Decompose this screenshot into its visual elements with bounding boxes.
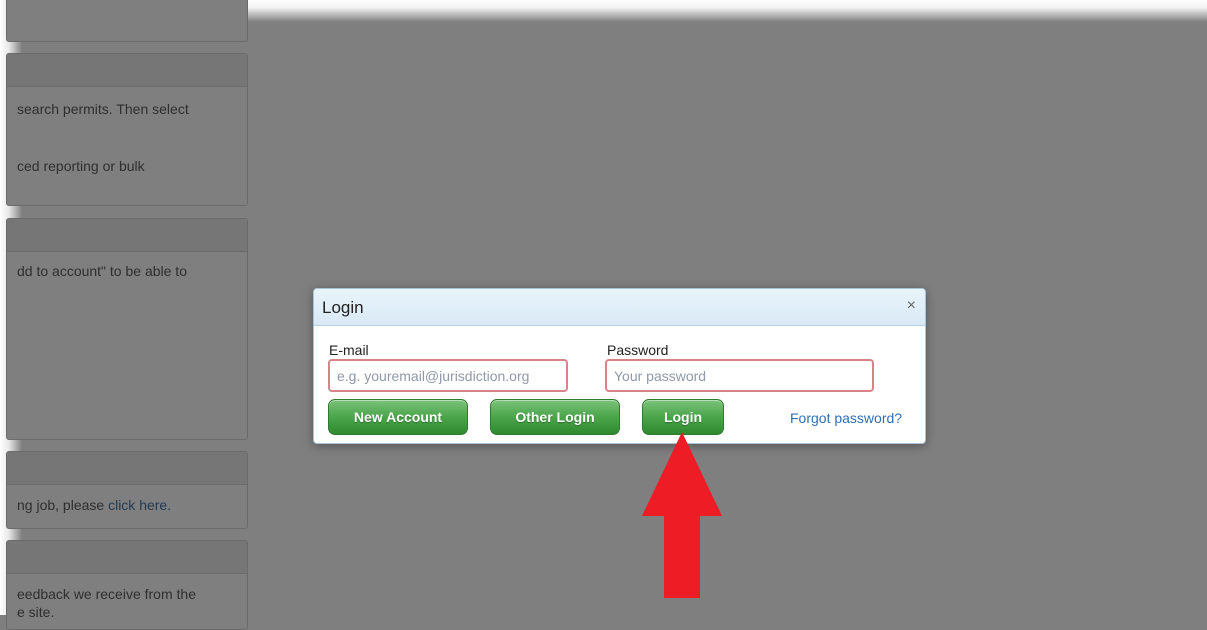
side-panel-5-text-2: e site. bbox=[17, 604, 55, 620]
side-panel-4-header bbox=[7, 452, 247, 485]
side-panel-3: dd to account" to be able to bbox=[6, 218, 248, 440]
modal-header: Login × bbox=[314, 289, 925, 326]
email-field[interactable] bbox=[328, 359, 568, 392]
red-up-arrow-icon bbox=[642, 432, 722, 598]
side-panel-3-text-1: dd to account" to be able to bbox=[17, 263, 187, 279]
side-panel-5-text-1: eedback we receive from the bbox=[17, 586, 196, 602]
side-panel-3-header bbox=[7, 219, 247, 252]
side-panel-2-text-2: ced reporting or bulk bbox=[17, 158, 145, 174]
new-account-button[interactable]: New Account bbox=[328, 399, 468, 435]
other-login-button[interactable]: Other Login bbox=[490, 399, 620, 435]
email-label: E-mail bbox=[329, 342, 369, 358]
side-panel-2-text-1: search permits. Then select bbox=[17, 101, 189, 117]
side-panel-2: search permits. Then select ced reportin… bbox=[6, 53, 248, 206]
forgot-password-link[interactable]: Forgot password? bbox=[790, 410, 902, 426]
side-panel-4: ng job, please click here. bbox=[6, 451, 248, 529]
login-modal: Login × E-mail Password New Account Othe… bbox=[313, 288, 926, 444]
side-panel-1 bbox=[6, 0, 248, 42]
password-label: Password bbox=[607, 342, 669, 358]
password-field[interactable] bbox=[605, 359, 874, 392]
click-here-link[interactable]: click here. bbox=[108, 497, 171, 513]
side-panel-2-header bbox=[7, 54, 247, 87]
side-panel-4-text-1: ng job, please click here. bbox=[17, 497, 171, 513]
close-icon[interactable]: × bbox=[907, 297, 916, 315]
side-panel-5-header bbox=[7, 541, 247, 574]
modal-title: Login bbox=[322, 298, 364, 317]
side-panel-5: eedback we receive from the e site. bbox=[6, 540, 248, 630]
side-panel-4-text-prefix: ng job, please bbox=[17, 497, 109, 513]
